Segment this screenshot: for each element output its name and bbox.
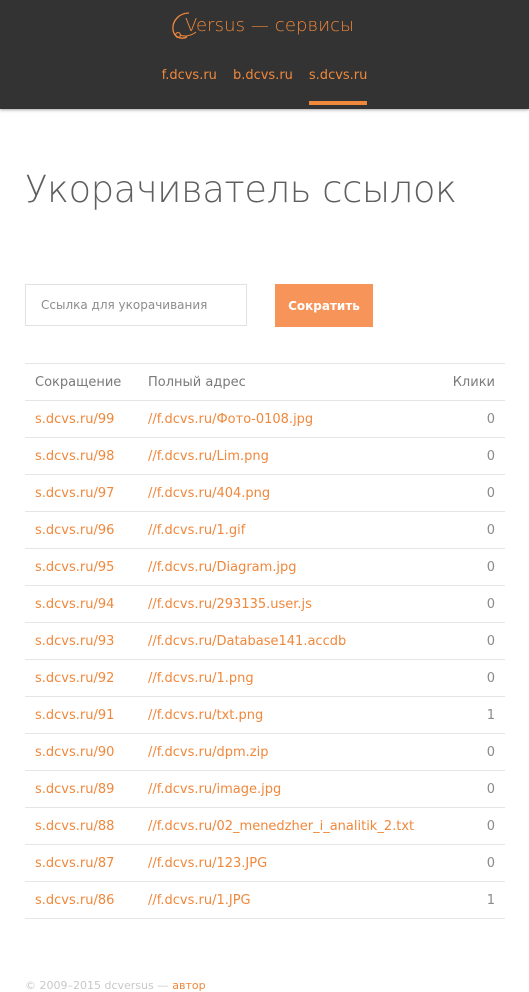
full-link[interactable]: //f.dcvs.ru/404.png	[138, 474, 440, 512]
table-row: s.dcvs.ru/95 //f.dcvs.ru/Diagram.jpg 0	[25, 548, 505, 586]
click-count: 0	[439, 844, 505, 882]
table-row: s.dcvs.ru/98 //f.dcvs.ru/Lim.png 0	[25, 437, 505, 475]
full-link[interactable]: //f.dcvs.ru/293135.user.js	[138, 585, 440, 623]
short-link[interactable]: s.dcvs.ru/97	[25, 474, 138, 512]
table-row: s.dcvs.ru/86 //f.dcvs.ru/1.JPG 1	[25, 881, 505, 919]
click-count: 0	[439, 437, 505, 475]
full-link[interactable]: //f.dcvs.ru/Фото-0108.jpg	[138, 400, 440, 438]
full-link[interactable]: //f.dcvs.ru/Diagram.jpg	[138, 548, 440, 586]
table-row: s.dcvs.ru/92 //f.dcvs.ru/1.png 0	[25, 659, 505, 697]
click-count: 1	[439, 881, 505, 919]
click-count: 0	[439, 770, 505, 808]
table-row: s.dcvs.ru/96 //f.dcvs.ru/1.gif 0	[25, 511, 505, 549]
full-link[interactable]: //f.dcvs.ru/123.JPG	[138, 844, 440, 882]
click-count: 1	[439, 696, 505, 734]
short-link[interactable]: s.dcvs.ru/96	[25, 511, 138, 549]
short-link[interactable]: s.dcvs.ru/88	[25, 807, 138, 845]
full-link[interactable]: //f.dcvs.ru/02_menedzher_i_analitik_2.tx…	[138, 807, 440, 845]
short-link[interactable]: s.dcvs.ru/91	[25, 696, 138, 734]
click-count: 0	[439, 511, 505, 549]
click-count: 0	[439, 474, 505, 512]
logo[interactable]: Versus — сервисы	[0, 11, 529, 45]
short-link[interactable]: s.dcvs.ru/99	[25, 400, 138, 438]
page-title: Укорачиватель ссылок	[25, 168, 457, 211]
click-count: 0	[439, 585, 505, 623]
short-link[interactable]: s.dcvs.ru/89	[25, 770, 138, 808]
nav-item-b-dcvs[interactable]: b.dcvs.ru	[233, 64, 293, 88]
table-row: s.dcvs.ru/93 //f.dcvs.ru/Database141.acc…	[25, 622, 505, 660]
short-link[interactable]: s.dcvs.ru/90	[25, 733, 138, 771]
short-link[interactable]: s.dcvs.ru/94	[25, 585, 138, 623]
column-header-short: Сокращение	[25, 363, 138, 401]
short-link[interactable]: s.dcvs.ru/86	[25, 881, 138, 919]
short-link[interactable]: s.dcvs.ru/92	[25, 659, 138, 697]
table-row: s.dcvs.ru/97 //f.dcvs.ru/404.png 0	[25, 474, 505, 512]
short-link[interactable]: s.dcvs.ru/98	[25, 437, 138, 475]
full-link[interactable]: //f.dcvs.ru/1.png	[138, 659, 440, 697]
short-link[interactable]: s.dcvs.ru/95	[25, 548, 138, 586]
table-header-row: Сокращение Полный адрес Клики	[25, 363, 505, 401]
column-header-clicks: Клики	[439, 363, 505, 401]
table-row: s.dcvs.ru/89 //f.dcvs.ru/image.jpg 0	[25, 770, 505, 808]
click-count: 0	[439, 400, 505, 438]
logo-text: Versus — сервисы	[184, 15, 355, 36]
full-link[interactable]: //f.dcvs.ru/Database141.accdb	[138, 622, 440, 660]
table-row: s.dcvs.ru/99 //f.dcvs.ru/Фото-0108.jpg 0	[25, 400, 505, 438]
shorten-button[interactable]: Сократить	[275, 284, 373, 327]
click-count: 0	[439, 659, 505, 697]
table-row: s.dcvs.ru/90 //f.dcvs.ru/dpm.zip 0	[25, 733, 505, 771]
table-row: s.dcvs.ru/91 //f.dcvs.ru/txt.png 1	[25, 696, 505, 734]
click-count: 0	[439, 622, 505, 660]
full-link[interactable]: //f.dcvs.ru/1.gif	[138, 511, 440, 549]
click-count: 0	[439, 807, 505, 845]
table-row: s.dcvs.ru/88 //f.dcvs.ru/02_menedzher_i_…	[25, 807, 505, 845]
short-link[interactable]: s.dcvs.ru/93	[25, 622, 138, 660]
click-count: 0	[439, 733, 505, 771]
table-row: s.dcvs.ru/87 //f.dcvs.ru/123.JPG 0	[25, 844, 505, 882]
nav-item-f-dcvs[interactable]: f.dcvs.ru	[162, 64, 217, 88]
footer-author-link[interactable]: автор	[172, 979, 205, 992]
short-link[interactable]: s.dcvs.ru/87	[25, 844, 138, 882]
service-nav: f.dcvs.ru b.dcvs.ru s.dcvs.ru	[0, 64, 529, 105]
footer-copyright: © 2009–2015 dcversus —	[25, 979, 169, 992]
nav-item-s-dcvs[interactable]: s.dcvs.ru	[308, 64, 367, 105]
table-row: s.dcvs.ru/94 //f.dcvs.ru/293135.user.js …	[25, 585, 505, 623]
full-link[interactable]: //f.dcvs.ru/image.jpg	[138, 770, 440, 808]
full-link[interactable]: //f.dcvs.ru/1.JPG	[138, 881, 440, 919]
full-link[interactable]: //f.dcvs.ru/Lim.png	[138, 437, 440, 475]
logo-inner: Versus — сервисы	[172, 11, 355, 41]
links-table: Сокращение Полный адрес Клики s.dcvs.ru/…	[25, 363, 505, 919]
column-header-full: Полный адрес	[138, 363, 440, 401]
url-input[interactable]	[25, 284, 247, 326]
footer: © 2009–2015 dcversus — автор	[25, 979, 206, 992]
click-count: 0	[439, 548, 505, 586]
site-header: Versus — сервисы f.dcvs.ru b.dcvs.ru s.d…	[0, 0, 529, 109]
full-link[interactable]: //f.dcvs.ru/txt.png	[138, 696, 440, 734]
full-link[interactable]: //f.dcvs.ru/dpm.zip	[138, 733, 440, 771]
